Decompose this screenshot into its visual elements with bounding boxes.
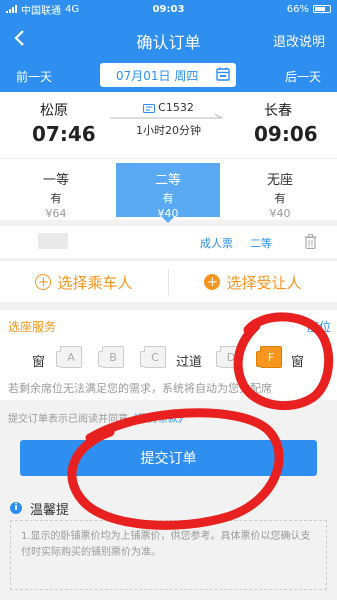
- seat-class-availability: 有: [162, 192, 174, 205]
- tips-title: 温馨提: [30, 503, 70, 518]
- date-label: 07月01日 周四: [116, 68, 199, 83]
- plus-circle-icon: +: [35, 274, 52, 290]
- next-day-button[interactable]: 后一天: [285, 68, 321, 85]
- seat-a[interactable]: A: [56, 346, 82, 368]
- seat-f[interactable]: F: [256, 346, 282, 368]
- seat-class-second[interactable]: 二等 有 ¥40: [116, 163, 220, 223]
- seat-class-selector: 一等 有 ¥64 二等 有 ¥40 无座 有 ¥40: [0, 158, 337, 223]
- seat-class-availability: 有: [50, 192, 62, 205]
- terms-link[interactable]: 《服务条款》: [128, 414, 188, 425]
- prev-day-button[interactable]: 前一天: [16, 68, 52, 85]
- trash-icon[interactable]: [304, 234, 317, 249]
- seat-class-name: 无座: [266, 173, 293, 188]
- select-passenger-button[interactable]: + 选择乘车人: [0, 261, 168, 303]
- passenger-actions: + 选择乘车人 + 选择受让人: [0, 260, 337, 302]
- app-header: 确认订单 退改说明: [0, 18, 337, 60]
- passenger-seat-class[interactable]: 二等: [250, 235, 272, 251]
- seat-allocation-note: 若剩余席位无法满足您的需求，系统将自动为您分配席: [8, 382, 272, 395]
- seat-b[interactable]: B: [98, 346, 124, 368]
- aisle-label: 过道: [176, 355, 203, 370]
- battery-icon: [313, 5, 331, 13]
- seat-class-name: 一等: [42, 173, 69, 188]
- select-beneficiary-button[interactable]: + 选择受让人: [169, 261, 337, 303]
- window-label-right: 窗: [291, 355, 305, 370]
- agreement-text: 提交订单表示已阅读并同意《服务条款》: [8, 410, 188, 425]
- date-bar: 前一天 07月01日 周四 后一天: [0, 60, 337, 92]
- seat-class-price: ¥64: [45, 207, 67, 220]
- window-label-left: 窗: [32, 355, 46, 370]
- seat-d[interactable]: D: [216, 346, 242, 368]
- seat-class-availability: 有: [274, 192, 286, 205]
- tips-section: i 温馨提 1.显示的卧铺票价均为上铺票价，供您参考。具体票价以您确认支付时实际…: [0, 492, 337, 600]
- info-icon: i: [10, 502, 22, 514]
- arrival-station: 长春: [264, 103, 292, 119]
- agreement-prefix: 提交订单表示已阅读并同意: [8, 414, 128, 425]
- ticket-type[interactable]: 成人票: [200, 235, 233, 251]
- train-number-label: C1532: [158, 101, 194, 114]
- status-bar: 中国联通 4G 09:03 66%: [0, 0, 337, 18]
- select-passenger-label: 选择乘车人: [57, 273, 133, 292]
- seat-service-title: 选座服务: [8, 320, 57, 334]
- arrival-time: 09:06: [254, 122, 318, 146]
- passenger-row: 成人票 二等: [0, 226, 337, 258]
- date-picker[interactable]: 07月01日 周四: [100, 63, 236, 87]
- seat-selection-service: 选座服务 座位 窗 A B C 过道 D F 窗 若剩余席位无法满足您的需求，系…: [0, 310, 337, 400]
- calendar-icon: [216, 67, 230, 81]
- seat-class-standing[interactable]: 无座 有 ¥40: [228, 163, 332, 220]
- train-info-card: 松原 07:46 C1532 1小时20分钟 长春 09:06: [0, 92, 337, 158]
- seat-service-right-label[interactable]: 座位: [307, 318, 331, 335]
- select-beneficiary-label: 选择受让人: [226, 273, 302, 292]
- submit-order-button[interactable]: 提交订单: [20, 440, 317, 476]
- seat-class-price: ¥40: [157, 207, 179, 220]
- route-arrow-icon: [110, 114, 223, 119]
- seat-class-first[interactable]: 一等 有 ¥64: [4, 163, 108, 220]
- seat-class-price: ¥40: [269, 207, 291, 220]
- clock: 09:03: [152, 3, 185, 15]
- tips-box: 1.显示的卧铺票价均为上铺票价，供您参考。具体票价以您确认支付时实际购买的铺别票…: [10, 520, 327, 590]
- refund-policy-link[interactable]: 退改说明: [273, 31, 325, 50]
- seat-c[interactable]: C: [140, 346, 166, 368]
- seat-class-name: 二等: [154, 173, 181, 188]
- ticket-icon: [143, 103, 156, 113]
- tips-text: 1.显示的卧铺票价均为上铺票价，供您参考。具体票价以您确认支付时实际购买的铺别票…: [21, 531, 311, 558]
- passenger-name-redacted: [38, 233, 68, 249]
- plus-circle-icon: +: [204, 274, 221, 290]
